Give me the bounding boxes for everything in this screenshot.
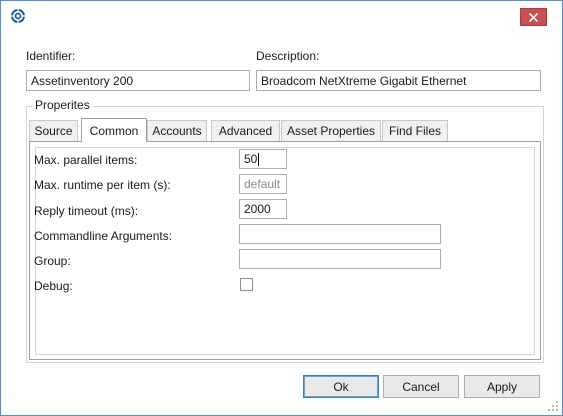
reply-timeout-label: Reply timeout (ms): [34, 204, 139, 218]
max-parallel-input[interactable]: 50 [239, 149, 287, 169]
title-bar[interactable] [1, 1, 562, 31]
reply-timeout-input[interactable]: 2000 [239, 199, 287, 219]
close-icon [529, 12, 538, 22]
properties-group-title: Properites [32, 98, 93, 112]
dialog-window: Identifier: Assetinventory 200 Descripti… [0, 0, 563, 416]
app-logo-icon [10, 8, 26, 24]
commandline-label: Commandline Arguments: [34, 229, 173, 243]
resize-grip-icon[interactable] [548, 401, 558, 411]
close-button[interactable] [520, 8, 547, 26]
description-field[interactable]: Broadcom NetXtreme Gigabit Ethernet [256, 70, 541, 91]
tab-common[interactable]: Common [81, 118, 147, 142]
tab-advanced[interactable]: Advanced [211, 120, 280, 141]
apply-button[interactable]: Apply [464, 375, 540, 398]
description-label: Description: [256, 49, 320, 63]
text-cursor [258, 153, 260, 167]
max-parallel-value: 50 [244, 152, 258, 166]
commandline-input[interactable] [239, 224, 441, 244]
ok-button[interactable]: Ok [303, 375, 379, 398]
tab-accounts[interactable]: Accounts [147, 120, 207, 141]
cancel-button[interactable]: Cancel [383, 375, 459, 398]
tab-source[interactable]: Source [29, 120, 78, 141]
debug-label: Debug: [34, 279, 73, 293]
tab-asset-properties[interactable]: Asset Properties [281, 120, 381, 141]
max-parallel-label: Max. parallel items: [34, 153, 138, 167]
tab-find-files[interactable]: Find Files [382, 120, 448, 141]
max-runtime-input[interactable]: default [239, 174, 287, 194]
identifier-field[interactable]: Assetinventory 200 [26, 70, 250, 91]
identifier-label: Identifier: [26, 49, 76, 63]
debug-checkbox[interactable] [240, 278, 253, 291]
group-input[interactable] [239, 249, 441, 269]
max-runtime-label: Max. runtime per item (s): [34, 178, 171, 192]
group-label: Group: [34, 254, 71, 268]
